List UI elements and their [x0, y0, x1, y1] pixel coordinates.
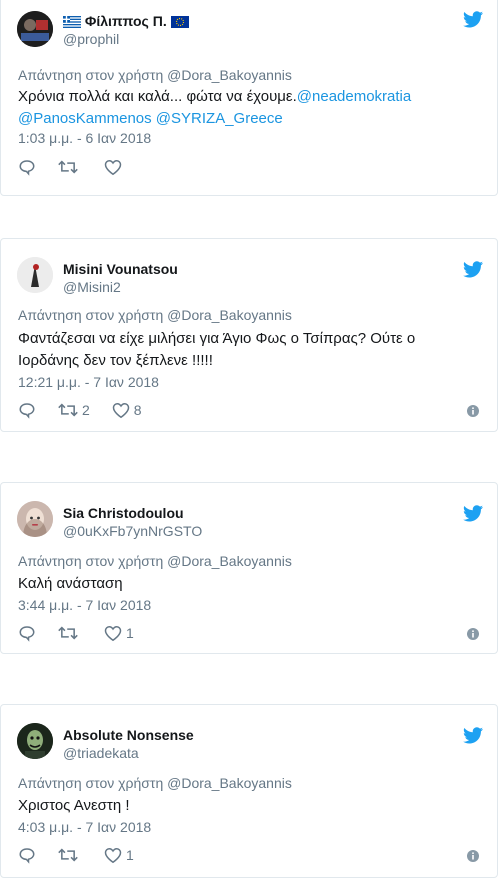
tweet-text: Φαντάζεσαι να είχε μιλήσει για Άγιο Φως … [18, 328, 478, 372]
reply-icon [18, 158, 36, 176]
user-handle[interactable]: @0uKxFb7ynNrGSTO [63, 523, 202, 539]
reply-context: Απάντηση στον χρήστη @Dora_Bakoyannis [18, 775, 292, 791]
twitter-bird-icon[interactable] [463, 261, 483, 279]
display-name[interactable]: Sia Christodoulou [63, 505, 184, 521]
user-handle[interactable]: @triadekata [63, 745, 139, 761]
retweet-icon [58, 624, 78, 642]
avatar[interactable] [17, 501, 53, 537]
tweet-text-body: Χρόνια πολλά και καλά... φώτα να έχουμε. [18, 88, 297, 105]
like-count: 8 [133, 402, 142, 418]
mention-link[interactable]: @PanosKammenos [18, 110, 152, 127]
tweet-text-line: Ιορδάνης δεν τον ξέπλενε !!!!! [18, 352, 213, 369]
tweet-card[interactable]: Misini Vounatsou @Misini2 Απάντηση στον … [0, 238, 498, 432]
heart-icon [104, 847, 122, 864]
tweet-timestamp[interactable]: 4:03 μ.μ. - 7 Ιαν 2018 [18, 819, 151, 835]
tweet-actions: 1 [18, 623, 156, 643]
retweet-button[interactable] [58, 158, 82, 176]
heart-icon [104, 625, 122, 642]
reply-to-link[interactable]: @Dora_Bakoyannis [167, 553, 292, 569]
twitter-bird-icon[interactable] [463, 11, 483, 29]
like-count: 1 [126, 847, 134, 863]
avatar[interactable] [17, 11, 53, 47]
display-name[interactable]: Φίλιππος Π. [85, 13, 167, 29]
retweet-count: 2 [82, 402, 90, 418]
reply-to-link[interactable]: @Dora_Bakoyannis [167, 307, 292, 323]
display-name[interactable]: Misini Vounatsou [63, 261, 178, 277]
tweet-card[interactable]: Φίλιππος Π. @prophil Απάντηση στον χρήστ… [0, 0, 498, 196]
heart-icon [104, 159, 122, 176]
reply-to-link[interactable]: @Dora_Bakoyannis [167, 67, 292, 83]
reply-context: Απάντηση στον χρήστη @Dora_Bakoyannis [18, 553, 292, 569]
retweet-icon [58, 158, 78, 176]
tweet-text: Χριστος Ανεστη ! [18, 797, 130, 814]
like-button[interactable]: 1 [104, 847, 134, 864]
reply-context: Απάντηση στον χρήστη @Dora_Bakoyannis [18, 307, 292, 323]
reply-button[interactable] [18, 846, 36, 864]
display-name[interactable]: Absolute Nonsense [63, 727, 194, 743]
retweet-icon [58, 846, 78, 864]
info-icon[interactable] [467, 404, 479, 417]
reply-to-link[interactable]: @Dora_Bakoyannis [167, 775, 292, 791]
tweet-text-line: Φαντάζεσαι να είχε μιλήσει για Άγιο Φως … [18, 330, 416, 347]
eu-flag-icon [170, 15, 189, 31]
tweet-timestamp[interactable]: 3:44 μ.μ. - 7 Ιαν 2018 [18, 597, 151, 613]
user-handle[interactable]: @prophil [63, 31, 119, 47]
reply-prefix: Απάντηση στον χρήστη [18, 553, 168, 569]
info-icon[interactable] [467, 627, 479, 640]
like-button[interactable]: 1 [104, 625, 134, 642]
mention-link[interactable]: @SYRIZA_Greece [156, 110, 283, 127]
reply-prefix: Απάντηση στον χρήστη [18, 67, 168, 83]
reply-icon [18, 624, 36, 642]
retweet-icon [58, 401, 78, 419]
reply-prefix: Απάντηση στον χρήστη [18, 307, 168, 323]
like-button[interactable]: 8 [112, 402, 142, 419]
avatar[interactable] [17, 723, 53, 759]
tweet-text: Χρόνια πολλά και καλά... φώτα να έχουμε.… [18, 86, 478, 130]
user-handle[interactable]: @Misini2 [63, 279, 121, 295]
tweet-text: Καλή ανάσταση [18, 575, 123, 592]
tweet-actions: 2 8 [18, 400, 164, 420]
tweet-timestamp[interactable]: 1:03 μ.μ. - 6 Ιαν 2018 [18, 130, 151, 146]
avatar[interactable] [17, 257, 53, 293]
tweet-actions: 1 [18, 845, 156, 865]
retweet-button[interactable] [58, 624, 82, 642]
tweet-card[interactable]: Sia Christodoulou @0uKxFb7ynNrGSTO Απάντ… [0, 482, 498, 654]
tweet-actions [18, 157, 148, 177]
like-count: 1 [126, 625, 134, 641]
retweet-button[interactable] [58, 846, 82, 864]
reply-button[interactable] [18, 624, 36, 642]
mention-link[interactable]: @neademokratia [297, 88, 411, 105]
reply-button[interactable] [18, 401, 36, 419]
heart-icon [112, 402, 130, 419]
greek-flag-icon [63, 15, 81, 31]
twitter-bird-icon[interactable] [463, 505, 483, 523]
retweet-button[interactable]: 2 [58, 401, 90, 419]
reply-icon [18, 401, 36, 419]
reply-button[interactable] [18, 158, 36, 176]
reply-icon [18, 846, 36, 864]
reply-prefix: Απάντηση στον χρήστη [18, 775, 168, 791]
tweet-timestamp[interactable]: 12:21 μ.μ. - 7 Ιαν 2018 [18, 374, 159, 390]
reply-context: Απάντηση στον χρήστη @Dora_Bakoyannis [18, 67, 292, 83]
info-icon[interactable] [467, 849, 479, 862]
twitter-bird-icon[interactable] [463, 727, 483, 745]
tweet-card[interactable]: Absolute Nonsense @triadekata Απάντηση σ… [0, 704, 498, 878]
like-button[interactable] [104, 159, 126, 176]
